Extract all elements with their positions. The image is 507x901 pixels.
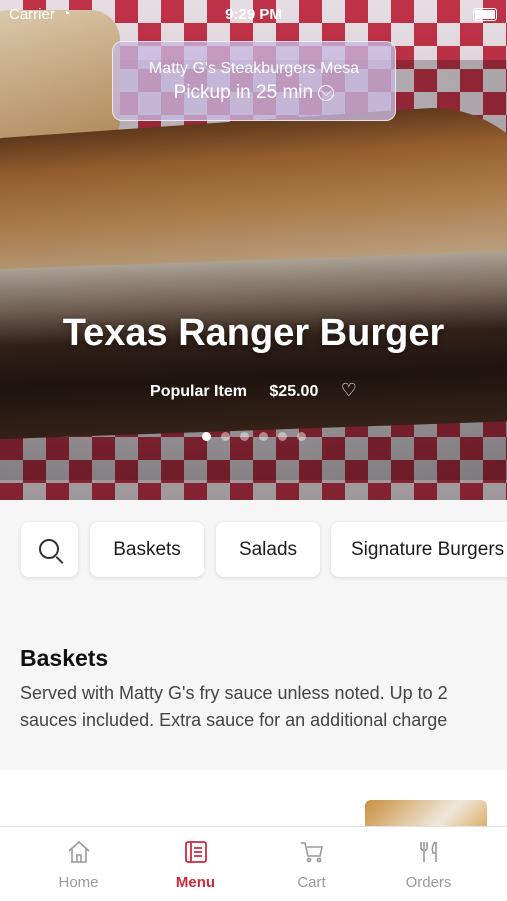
search-button[interactable] [21, 522, 78, 577]
carousel-dot[interactable] [258, 432, 268, 441]
category-chip-signature-burgers[interactable]: Signature Burgers [331, 522, 507, 577]
heart-icon[interactable]: ♡ [341, 380, 357, 400]
pickup-eta-text: Pickup in 25 min [173, 82, 314, 103]
tab-bar: Home Menu Cart Orders [0, 826, 507, 901]
chevron-down-icon: ⌵ [318, 84, 335, 101]
search-icon [39, 539, 59, 559]
store-name: Matty G's Steakburgers Mesa [148, 60, 360, 77]
carousel-dot[interactable] [201, 432, 211, 441]
tab-label-menu: Menu [175, 874, 216, 891]
category-bar: Baskets Salads Signature Burgers [0, 500, 507, 620]
carousel-dots[interactable] [0, 428, 507, 446]
home-icon [67, 840, 90, 863]
featured-item-meta: Popular Item $25.00 ♡ [0, 380, 507, 401]
pickup-selector[interactable]: Matty G's Steakburgers Mesa Pickup in 25… [112, 41, 396, 121]
featured-item-title[interactable]: Texas Ranger Burger [0, 312, 507, 355]
popular-badge: Popular Item [150, 383, 247, 400]
carousel-dot[interactable] [220, 432, 230, 441]
tab-label-cart: Cart [297, 874, 326, 891]
category-chip-baskets[interactable]: Baskets [90, 522, 204, 577]
battery-icon [473, 8, 497, 21]
clock: 9:29 PM [225, 6, 282, 23]
orders-icon [419, 841, 437, 862]
menu-icon [184, 841, 207, 863]
pickup-eta: Pickup in 25 min ⌵ [113, 82, 395, 104]
section-description: Served with Matty G's fry sauce unless n… [20, 683, 448, 730]
tab-home[interactable]: Home [15, 827, 142, 901]
tab-cart[interactable]: Cart [248, 827, 375, 901]
cart-icon [300, 842, 323, 863]
featured-item-price: $25.00 [269, 383, 319, 400]
tab-menu[interactable]: Menu [132, 827, 259, 901]
tab-orders[interactable]: Orders [365, 827, 492, 901]
carousel-dot[interactable] [277, 432, 287, 441]
category-chip-salads[interactable]: Salads [216, 522, 320, 577]
section-title: Baskets [20, 645, 109, 671]
tab-label-home: Home [58, 874, 99, 891]
carousel-dot[interactable] [296, 432, 306, 441]
status-bar: Carrier ◔ 9:29 PM [0, 0, 507, 28]
tab-label-orders: Orders [405, 874, 452, 891]
carousel-dot[interactable] [239, 432, 249, 441]
menu-section: Baskets Served with Matty G's fry sauce … [20, 645, 490, 734]
